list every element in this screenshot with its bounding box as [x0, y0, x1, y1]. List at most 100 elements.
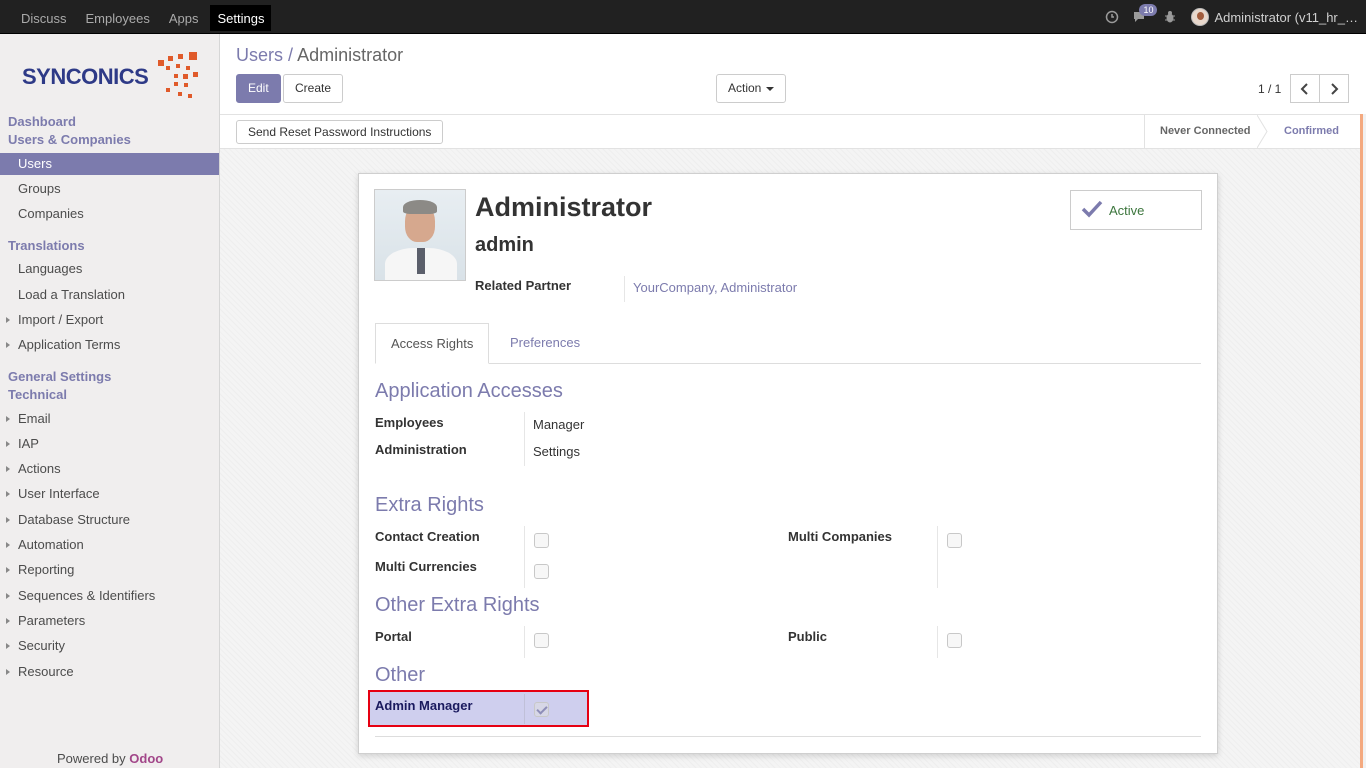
related-partner-link[interactable]: YourCompany, Administrator [633, 280, 797, 295]
pager-previous-button[interactable] [1290, 74, 1320, 103]
action-label: Action [728, 81, 762, 95]
active-toggle-button[interactable]: Active [1070, 190, 1202, 230]
sidebar-item-companies[interactable]: Companies [0, 203, 219, 225]
section-other-extra-rights: Other Extra Rights [375, 594, 540, 616]
powered-by-prefix: Powered by [57, 751, 126, 766]
chevron-left-icon [1300, 82, 1308, 95]
portal-checkbox[interactable] [534, 633, 549, 648]
field-divider [524, 694, 525, 724]
sidebar-item-parameters[interactable]: Parameters [0, 610, 219, 632]
photo-tie [417, 248, 425, 274]
breadcrumb-current: Administrator [297, 45, 404, 65]
admin-manager-label: Admin Manager [375, 698, 473, 713]
sidebar-head-users-companies[interactable]: Users & Companies [8, 132, 131, 147]
contact-creation-label: Contact Creation [375, 529, 480, 544]
related-partner-label: Related Partner [475, 278, 572, 293]
section-application-accesses: Application Accesses [375, 380, 563, 402]
logo-text: SYNCONICS [22, 64, 149, 89]
odoo-link[interactable]: Odoo [129, 751, 163, 766]
sidebar-item-languages[interactable]: Languages [0, 258, 219, 280]
status-divider [1144, 115, 1145, 148]
section-other: Other [375, 664, 426, 686]
edit-button[interactable]: Edit [236, 74, 281, 103]
status-confirmed: Confirmed [1284, 125, 1339, 137]
field-divider [524, 412, 525, 466]
section-extra-rights: Extra Rights [375, 494, 484, 516]
admin-manager-checkbox[interactable] [534, 702, 549, 717]
employees-value[interactable]: Manager [533, 417, 584, 432]
sidebar-item-application-terms[interactable]: Application Terms [0, 334, 219, 356]
chat-badge: 10 [1139, 4, 1158, 16]
administration-label: Administration [375, 442, 467, 457]
user-login-field: admin [475, 234, 534, 256]
sidebar-head-dashboard[interactable]: Dashboard [8, 114, 76, 129]
clock-icon[interactable] [1105, 10, 1119, 24]
menu-employees[interactable]: Employees [79, 5, 157, 31]
sidebar-head-technical[interactable]: Technical [8, 387, 67, 402]
caret-down-icon [766, 87, 775, 91]
chat-icon[interactable]: 10 [1133, 4, 1158, 24]
pager-next-button[interactable] [1319, 74, 1349, 103]
company-logo: SYNCONICS [20, 52, 200, 112]
field-divider [524, 526, 525, 588]
portal-label: Portal [375, 629, 412, 644]
photo-hair [403, 200, 437, 214]
sidebar-item-resource[interactable]: Resource [0, 661, 219, 683]
top-navbar: Discuss Employees Apps Settings 10 Admin… [0, 0, 1366, 34]
sidebar-item-groups[interactable]: Groups [0, 178, 219, 200]
menu-apps[interactable]: Apps [162, 5, 206, 31]
public-label: Public [788, 629, 828, 644]
check-icon [1081, 199, 1103, 225]
sidebar-item-users[interactable]: Users [0, 153, 219, 175]
sidebar-item-actions[interactable]: Actions [0, 458, 219, 480]
user-name: Administrator (v11_hr_… [1214, 9, 1358, 25]
sidebar-item-user-interface[interactable]: User Interface [0, 483, 219, 505]
create-button[interactable]: Create [283, 74, 344, 103]
multi-currencies-label: Multi Currencies [375, 559, 477, 574]
avatar [1191, 8, 1210, 26]
tab-access-rights[interactable]: Access Rights [375, 323, 490, 364]
status-never-connected: Never Connected [1160, 125, 1251, 137]
bug-icon[interactable] [1163, 10, 1177, 24]
sidebar: SYNCONICS Dashboard Users & Companies Us… [0, 34, 220, 768]
field-divider [624, 276, 625, 302]
field-divider [524, 626, 525, 658]
tab-preferences[interactable]: Preferences [495, 323, 595, 364]
employees-label: Employees [375, 415, 444, 430]
sidebar-item-iap[interactable]: IAP [0, 433, 219, 455]
status-arrow-icon [1257, 115, 1268, 148]
contact-creation-checkbox[interactable] [534, 533, 549, 548]
systray: 10 Administrator (v11_hr_… [1105, 0, 1358, 34]
user-name-field: Administrator [475, 192, 653, 222]
multi-companies-label: Multi Companies [788, 529, 893, 544]
chevron-right-icon [1331, 82, 1339, 95]
sidebar-item-email[interactable]: Email [0, 408, 219, 430]
sidebar-item-database-structure[interactable]: Database Structure [0, 509, 219, 531]
sidebar-head-general-settings[interactable]: General Settings [8, 369, 111, 384]
section-bottom-divider [375, 736, 1201, 737]
sidebar-item-sequences[interactable]: Sequences & Identifiers [0, 585, 219, 607]
breadcrumb: Users / Administrator [236, 45, 403, 66]
sidebar-item-automation[interactable]: Automation [0, 534, 219, 556]
sidebar-item-reporting[interactable]: Reporting [0, 559, 219, 581]
user-photo[interactable] [374, 189, 466, 281]
breadcrumb-users[interactable]: Users [236, 45, 283, 65]
administration-value[interactable]: Settings [533, 444, 580, 459]
send-reset-password-button[interactable]: Send Reset Password Instructions [236, 120, 444, 144]
sidebar-item-import-export[interactable]: Import / Export [0, 309, 219, 331]
menu-discuss[interactable]: Discuss [14, 5, 74, 31]
user-menu[interactable]: Administrator (v11_hr_… [1191, 8, 1358, 26]
active-label: Active [1109, 203, 1145, 218]
sidebar-head-translations[interactable]: Translations [8, 238, 85, 253]
multi-companies-checkbox[interactable] [947, 533, 962, 548]
chatter-edge [1360, 114, 1366, 768]
form-statusbar: Send Reset Password Instructions Never C… [220, 114, 1366, 149]
public-checkbox[interactable] [947, 633, 962, 648]
field-divider [937, 526, 938, 588]
multi-currencies-checkbox[interactable] [534, 564, 549, 579]
sidebar-item-load-translation[interactable]: Load a Translation [0, 284, 219, 306]
pager-value[interactable]: 1 / 1 [1258, 82, 1281, 96]
action-dropdown[interactable]: Action [716, 74, 787, 103]
sidebar-item-security[interactable]: Security [0, 635, 219, 657]
menu-settings[interactable]: Settings [210, 5, 272, 31]
